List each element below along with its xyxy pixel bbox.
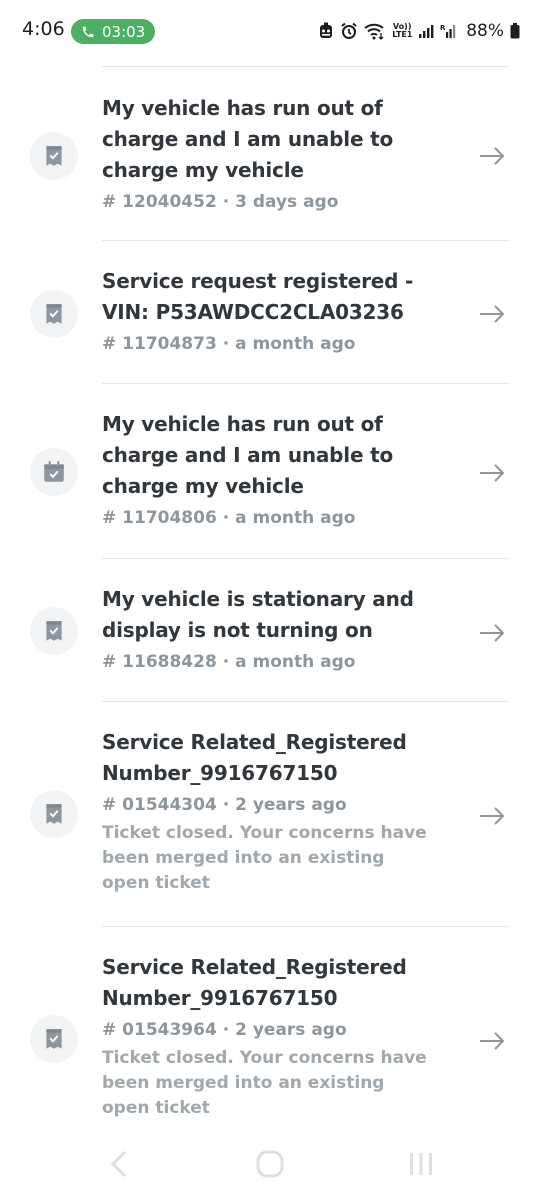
arrow-right-icon	[480, 305, 505, 323]
ticket-meta: # 11704873 · a month ago	[102, 334, 356, 354]
receipt-check-icon	[30, 607, 78, 655]
ticket-meta: # 11704806 · a month ago	[102, 508, 356, 528]
phone-icon	[82, 26, 94, 37]
call-timer: 03:03	[102, 22, 146, 41]
svg-text:R: R	[440, 24, 446, 32]
home-icon[interactable]	[256, 1150, 284, 1178]
system-nav-bar	[0, 1132, 540, 1200]
ticket-title: My vehicle is stationary and display is …	[102, 587, 414, 642]
recents-icon[interactable]	[408, 1150, 434, 1178]
arrow-right-icon	[480, 624, 505, 642]
receipt-check-icon	[30, 132, 78, 180]
arrow-right-icon	[480, 1032, 505, 1050]
battery-percentage: 88%	[466, 21, 504, 41]
ticket-meta: # 11688428 · a month ago	[102, 652, 356, 672]
ticket-item[interactable]: My vehicle is stationary and display is …	[0, 559, 540, 702]
alarm-icon	[341, 22, 357, 39]
ticket-title: My vehicle has run out of charge and I a…	[102, 412, 393, 498]
back-icon[interactable]	[108, 1150, 130, 1178]
arrow-right-icon	[480, 807, 505, 825]
calendar-check-icon	[30, 448, 78, 496]
volte-label: Vo)) LTE1	[392, 22, 413, 39]
wifi-icon	[364, 23, 384, 40]
battery-icon	[510, 23, 520, 39]
status-icons: Vo)) LTE1 R 88%	[318, 19, 520, 43]
ticket-status-note: Ticket closed. Your concerns have been m…	[102, 1048, 427, 1118]
ticket-title: Service request registered - VIN: P53AWD…	[102, 269, 414, 324]
receipt-check-icon	[30, 290, 78, 338]
ongoing-call-pill[interactable]: 03:03	[71, 19, 155, 44]
arrow-right-icon	[480, 147, 505, 165]
ticket-meta: # 01544304 · 2 years ago	[102, 795, 347, 815]
ticket-title: My vehicle has run out of charge and I a…	[102, 96, 393, 182]
arrow-right-icon	[480, 464, 505, 482]
signal-roaming-icon: R	[440, 24, 456, 38]
ticket-item[interactable]: Service request registered - VIN: P53AWD…	[0, 241, 540, 384]
android-auto-icon	[320, 22, 333, 38]
ticket-meta: # 01543964 · 2 years ago	[102, 1020, 347, 1040]
receipt-check-icon	[30, 1015, 78, 1063]
ticket-item[interactable]: My vehicle has run out of charge and I a…	[0, 384, 540, 559]
ticket-meta: # 12040452 · 3 days ago	[102, 192, 339, 212]
status-time: 4:06	[22, 18, 65, 40]
ticket-item[interactable]: Service Related_Registered Number_991676…	[0, 927, 540, 1132]
status-bar: 4:06 03:03 Vo)) LTE1 R 88%	[0, 0, 540, 62]
receipt-check-icon	[30, 790, 78, 838]
ticket-title: Service Related_Registered Number_991676…	[102, 730, 407, 785]
ticket-item[interactable]: Service Related_Registered Number_991676…	[0, 702, 540, 927]
ticket-title: Service Related_Registered Number_991676…	[102, 955, 407, 1010]
ticket-status-note: Ticket closed. Your concerns have been m…	[102, 823, 427, 893]
signal-icon	[419, 25, 434, 38]
ticket-item[interactable]: My vehicle has run out of charge and I a…	[0, 67, 540, 241]
